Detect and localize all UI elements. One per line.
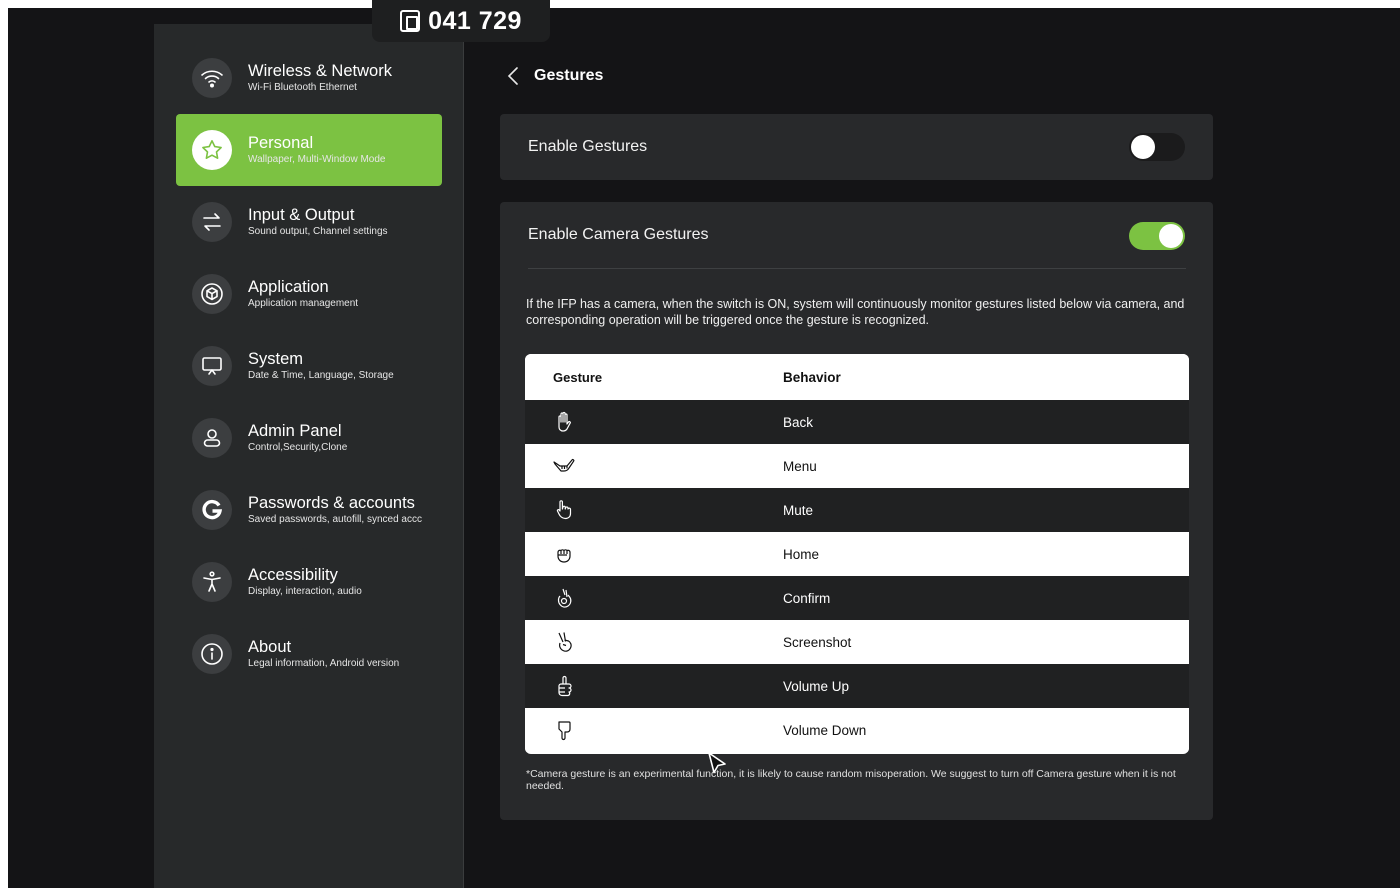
table-row: Back — [525, 400, 1189, 444]
table-row: Confirm — [525, 576, 1189, 620]
sidebar-item-subtitle: Date & Time, Language, Storage — [248, 370, 394, 381]
table-row: Volume Up — [525, 664, 1189, 708]
enable-gestures-card: Enable Gestures — [500, 114, 1213, 180]
sidebar-item-label: Application — [248, 278, 329, 296]
toggle-knob — [1131, 135, 1155, 159]
sidebar-item-label: Input & Output — [248, 206, 355, 224]
mouse-cursor-icon — [708, 752, 726, 774]
sidebar-item-subtitle: Wallpaper, Multi-Window Mode — [248, 154, 386, 165]
chevron-left-icon[interactable] — [506, 64, 520, 88]
open-palm-icon — [558, 411, 571, 432]
star-icon — [192, 130, 232, 170]
gesture-behavior: Back — [783, 414, 814, 430]
sidebar-item-label: Passwords & accounts — [248, 494, 415, 512]
table-row: Screenshot — [525, 620, 1189, 664]
sidebar-item-subtitle: Display, interaction, audio — [248, 586, 362, 597]
pointing-hand-icon — [556, 500, 572, 520]
camera-gestures-card: Enable Camera Gestures If the IFP has a … — [500, 202, 1213, 820]
gesture-behavior: Screenshot — [783, 634, 852, 650]
experimental-footnote: *Camera gesture is an experimental funct… — [526, 768, 1176, 792]
sidebar-item-input-output[interactable]: Input & Output Sound output, Channel set… — [176, 186, 442, 258]
gesture-behavior: Volume Up — [783, 678, 850, 694]
gesture-behavior: Confirm — [783, 590, 831, 606]
gesture-table: Gesture Behavior Back Menu Mute Home Con… — [525, 354, 1189, 754]
ok-hand-icon — [557, 588, 572, 608]
page-title: Gestures — [534, 67, 604, 84]
enable-gestures-label: Enable Gestures — [528, 138, 648, 155]
sidebar-item-personal[interactable]: Personal Wallpaper, Multi-Window Mode — [176, 114, 442, 186]
sidebar-item-admin-panel[interactable]: Admin Panel Control,Security,Clone — [176, 402, 442, 474]
sidebar-item-label: Accessibility — [248, 566, 338, 584]
gesture-behavior: Mute — [783, 502, 814, 518]
enable-gestures-toggle[interactable] — [1129, 133, 1185, 161]
wifi-icon — [192, 58, 232, 98]
thumbs-up-icon — [558, 675, 572, 697]
camera-gestures-toggle[interactable] — [1129, 222, 1185, 250]
table-header: Gesture Behavior — [525, 354, 1189, 400]
sidebar-item-subtitle: Saved passwords, autofill, synced accc — [248, 514, 422, 525]
sidebar-item-passwords-accounts[interactable]: Passwords & accounts Saved passwords, au… — [176, 474, 442, 546]
shaka-hand-icon — [553, 459, 575, 472]
toggle-knob — [1159, 224, 1183, 248]
fist-icon — [557, 549, 571, 563]
accessibility-icon — [192, 562, 232, 602]
gesture-behavior: Volume Down — [783, 722, 867, 738]
sidebar-item-subtitle: Sound output, Channel settings — [248, 226, 388, 237]
table-row: Mute — [525, 488, 1189, 532]
sidebar-item-wireless-network[interactable]: Wireless & Network Wi-Fi Bluetooth Ether… — [176, 42, 442, 114]
victory-hand-icon — [558, 632, 572, 652]
person-icon — [192, 418, 232, 458]
sidebar-item-system[interactable]: System Date & Time, Language, Storage — [176, 330, 442, 402]
sidebar-item-label: About — [248, 638, 292, 656]
camera-gestures-label: Enable Camera Gestures — [528, 226, 709, 243]
sidebar-item-label: Admin Panel — [248, 422, 342, 440]
sidebar-item-label: Personal — [248, 134, 314, 152]
table-row: Home — [525, 532, 1189, 576]
table-row: Volume Down — [525, 708, 1189, 752]
thumbs-down-icon — [558, 721, 571, 741]
sidebar-item-accessibility[interactable]: Accessibility Display, interaction, audi… — [176, 546, 442, 618]
sidebar-item-subtitle: Control,Security,Clone — [248, 442, 348, 453]
sidebar-item-subtitle: Wi-Fi Bluetooth Ethernet — [248, 82, 357, 93]
gesture-behavior: Home — [783, 546, 820, 562]
table-row: Menu — [525, 444, 1189, 488]
column-header-behavior: Behavior — [783, 369, 841, 385]
google-g-icon — [192, 490, 232, 530]
camera-gestures-description: If the IFP has a camera, when the switch… — [526, 297, 1185, 327]
page-header[interactable]: Gestures — [506, 64, 603, 88]
sidebar-item-about[interactable]: About Legal information, Android version — [176, 618, 442, 690]
sidebar-item-subtitle: Application management — [248, 298, 359, 309]
divider — [528, 268, 1186, 269]
share-code-badge: 041 729 — [372, 0, 550, 42]
cast-code-icon — [400, 10, 421, 32]
sidebar-item-label: System — [248, 350, 304, 368]
info-icon — [192, 634, 232, 674]
presentation-board-icon — [192, 346, 232, 386]
swap-arrows-icon — [192, 202, 232, 242]
sidebar-item-subtitle: Legal information, Android version — [248, 658, 400, 669]
sidebar-item-label: Wireless & Network — [248, 62, 392, 80]
share-code: 041 729 — [428, 6, 522, 35]
column-header-gesture: Gesture — [553, 369, 603, 385]
gesture-behavior: Menu — [783, 458, 817, 474]
sidebar-item-application[interactable]: Application Application management — [176, 258, 442, 330]
cube-icon — [192, 274, 232, 314]
